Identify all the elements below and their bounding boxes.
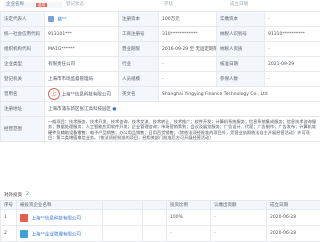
status-label: 登记状态 xyxy=(62,2,162,8)
cell-label: 曾用名 xyxy=(1,87,45,102)
cell-label: 经营范围 xyxy=(1,117,45,142)
business-info-table: 法定代表人 姚** 注册资本 100万元 实缴资本 - 统一社会信用代码 913… xyxy=(0,11,320,142)
company-logo-icon: 上 xyxy=(48,88,60,100)
cell-value: 100万元 xyxy=(159,12,217,27)
table-row: 法定代表人 姚** 注册资本 100万元 实缴资本 - xyxy=(1,12,320,27)
cell-label: 营业期限 xyxy=(119,42,159,57)
company-name-field: 企业名称 xyxy=(4,2,62,8)
table-row: 登记机关 上海市市场监督管理局 人员规模 - 参保人数 - xyxy=(1,72,320,87)
cell-label: 企业类型 xyxy=(1,57,45,72)
avatar xyxy=(48,16,54,22)
cell-label: 英文名 xyxy=(119,87,159,102)
company-logo-icon xyxy=(20,230,28,238)
table-row: 曾用名 上 上海**信息科技有限公司 英文名 Shanghai Yingying… xyxy=(1,87,320,102)
cell-value: 91310********** xyxy=(265,27,320,42)
col-header: 被投资企业名称 xyxy=(17,201,103,210)
cell-label: 参保人数 xyxy=(217,72,265,87)
col-header: 认缴出资额 xyxy=(211,201,267,210)
col-header: 成立日期 xyxy=(267,201,320,210)
table-row: 2 上海**企业管理有限公司 - - 2020-06-28 xyxy=(1,226,320,242)
english-name-value: Shanghai Yingying Finance Technology Co.… xyxy=(159,87,320,102)
col-header xyxy=(143,201,167,210)
cell-value: MA1G****** xyxy=(45,42,119,57)
former-name-cell: 上 上海**信息科技有限公司 xyxy=(45,87,119,102)
cell-label: 法定代表人 xyxy=(1,12,45,27)
table-row: 企业类型 有限责任公司 行业 - 核准日期 2021-09-29 xyxy=(1,57,320,72)
cell-label: 注册资本 xyxy=(119,12,159,27)
cell-value: 2021-09-29 xyxy=(265,57,320,72)
col-header: 序号 xyxy=(1,201,17,210)
cell-label: 登记机关 xyxy=(1,72,45,87)
cell-label: 统一社会信用代码 xyxy=(1,27,45,42)
table-row: 统一社会信用代码 913101*** 工商注册号 310************… xyxy=(1,27,320,42)
cell-value: - xyxy=(159,72,217,87)
company-logo-icon xyxy=(20,214,28,222)
company-cell: 上海**企业管理有限公司 xyxy=(17,226,103,242)
address-value: 上海市浦东新区张江高科技园区 ● xyxy=(45,102,320,117)
table-row: 1 上海**信息科技有限公司 100% - 2020-06-28 xyxy=(1,210,320,226)
section-count: 2 xyxy=(26,192,29,197)
table-row: 注册地址 上海市浦东新区张江高科技园区 ● xyxy=(1,102,320,117)
cell-value: 2016-09-29 至 无固定期限 xyxy=(159,42,217,57)
cell-label: 纳税人识别号 xyxy=(217,27,265,42)
legal-rep-cell: 姚** xyxy=(45,12,119,27)
business-scope-value: 一般项目：技术服务、技术开发、技术咨询、技术交流、技术转让、技术推广；软件开发；… xyxy=(45,117,320,142)
amount-cell: - xyxy=(211,210,267,226)
former-name-tag[interactable]: 曾用 xyxy=(36,3,47,7)
cell-label: 核准日期 xyxy=(217,57,265,72)
cell-value: - xyxy=(265,72,320,87)
map-link[interactable]: ● xyxy=(112,107,116,112)
legal-rep-link[interactable]: 姚** xyxy=(57,17,66,22)
section-title: 对外投资 xyxy=(4,192,22,198)
cell-label: 行业 xyxy=(119,57,159,72)
cell-label: 组织机构代码 xyxy=(1,42,45,57)
cell-value: 913101*** xyxy=(45,27,119,42)
row-index: 1 xyxy=(1,210,17,226)
company-link[interactable]: 上海**企业管理有限公司 xyxy=(31,232,81,237)
investment-table: 序号 被投资企业名称 投资比例 认缴出资额 成立日期 1 上海**信息科技有限公… xyxy=(0,200,320,242)
cell-value: - xyxy=(265,42,320,57)
col-header: 投资比例 xyxy=(167,201,211,210)
cell-value: 上海市市场监督管理局 xyxy=(45,72,119,87)
cell-label: 纳税人资质 xyxy=(217,42,265,57)
status-value: 存续 xyxy=(160,2,228,8)
cell-label: 人员规模 xyxy=(119,72,159,87)
date-cell: 2020-06-28 xyxy=(267,226,320,242)
cell-value: - xyxy=(159,57,217,72)
table-row: 组织机构代码 MA1G****** 营业期限 2016-09-29 至 无固定期… xyxy=(1,42,320,57)
cell-value: 有限责任公司 xyxy=(45,57,119,72)
pct-cell: 100% xyxy=(167,210,211,226)
cell-label: 实缴资本 xyxy=(217,12,265,27)
row-index: 2 xyxy=(1,226,17,242)
cell-label: 注册地址 xyxy=(1,102,45,117)
cell-value: 上海**信息科技有限公司 xyxy=(61,93,111,98)
address-text: 上海市浦东新区张江高科技园区 xyxy=(48,107,111,112)
cell-value: 310************ xyxy=(159,27,217,42)
col-header xyxy=(103,201,143,210)
company-link[interactable]: 上海**信息科技有限公司 xyxy=(31,216,81,221)
amount-cell: - xyxy=(211,226,267,242)
found-date-label: 成立日期 xyxy=(226,2,320,8)
table-row: 经营范围 一般项目：技术服务、技术开发、技术咨询、技术交流、技术转让、技术推广；… xyxy=(1,117,320,142)
company-cell: 上海**信息科技有限公司 xyxy=(17,210,103,226)
company-info-page: 企业名称 曾用 登记状态 存续 成立日期 法定代表人 姚** 注册资本 100万… xyxy=(0,0,320,240)
pct-cell: - xyxy=(167,226,211,242)
table-header-row: 序号 被投资企业名称 投资比例 认缴出资额 成立日期 xyxy=(1,201,320,210)
cell-label: 工商注册号 xyxy=(119,27,159,42)
date-cell: 2020-06-28 xyxy=(267,210,320,226)
cell-value: - xyxy=(265,12,320,27)
